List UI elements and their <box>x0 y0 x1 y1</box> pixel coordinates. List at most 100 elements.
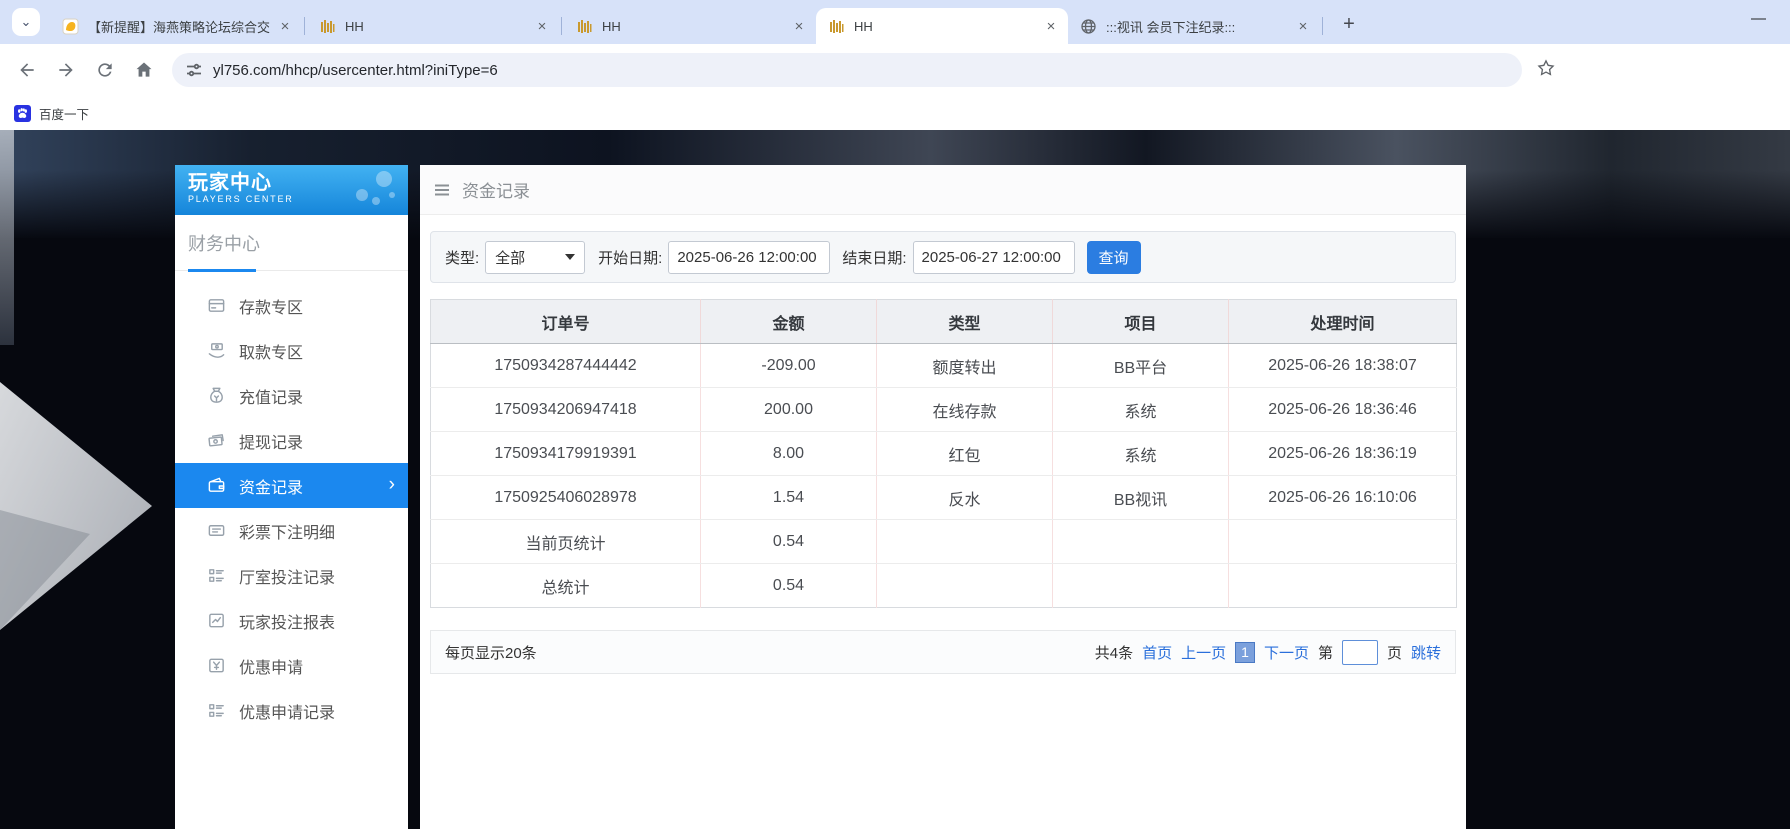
window-minimize-button[interactable]: — <box>1751 10 1766 27</box>
sidebar-item-player-bet-report[interactable]: 玩家投注报表 <box>175 598 408 643</box>
filter-bar: 类型: 全部 开始日期: 结束日期: 查询 <box>430 231 1456 283</box>
type-select-value: 全部 <box>495 247 525 268</box>
url-text[interactable]: yl756.com/hhcp/usercenter.html?iniType=6 <box>213 62 498 79</box>
home-icon[interactable] <box>132 58 156 82</box>
sidebar-item-label: 提现记录 <box>239 429 303 453</box>
hamburger-icon <box>433 181 451 199</box>
address-bar[interactable]: yl756.com/hhcp/usercenter.html?iniType=6 <box>172 53 1522 87</box>
ticket-list-icon <box>206 521 226 541</box>
banknote-icon <box>206 431 226 451</box>
end-date-input[interactable] <box>913 241 1075 274</box>
table-cell: 额度转出 <box>877 344 1053 388</box>
sidebar-item-withdraw-zone[interactable]: 取款专区 <box>175 328 408 373</box>
table-cell: 2025-06-26 18:38:07 <box>1229 344 1457 388</box>
tab-close-icon[interactable]: × <box>276 17 294 35</box>
sidebar-item-deposit-zone[interactable]: 存款专区 <box>175 283 408 328</box>
forward-icon[interactable] <box>54 58 78 82</box>
table-row: 1750934179919391 8.00 红包 系统 2025-06-26 1… <box>431 432 1457 476</box>
page-title: 资金记录 <box>462 177 530 202</box>
reload-icon[interactable] <box>93 58 117 82</box>
col-type: 类型 <box>877 300 1053 344</box>
table-cell: 1.54 <box>701 476 877 520</box>
table-row: 1750934287444442 -209.00 额度转出 BB平台 2025-… <box>431 344 1457 388</box>
sidebar-item-hall-bet-records[interactable]: 厅室投注记录 <box>175 553 408 598</box>
table-cell: 红包 <box>877 432 1053 476</box>
browser-tab-5[interactable]: :::视讯 会员下注纪录::: × <box>1068 8 1320 44</box>
bookmark-star-icon[interactable] <box>1536 58 1556 83</box>
table-cell: 系统 <box>1053 388 1229 432</box>
tab-title: :::视讯 会员下注纪录::: <box>1106 17 1294 36</box>
webpage-viewport: 玩家中心 PLAYERS CENTER 财务中心 存款专区 取款专区 <box>0 130 1790 829</box>
back-icon[interactable] <box>15 58 39 82</box>
page-suffix-label: 页 <box>1387 642 1402 663</box>
sidebar-item-label: 充值记录 <box>239 384 303 408</box>
prev-page-link[interactable]: 上一页 <box>1181 642 1226 663</box>
table-cell: 1750925406028978 <box>431 476 701 520</box>
type-label: 类型: <box>445 247 479 268</box>
table-cell <box>877 520 1053 564</box>
sidebar-item-lottery-bet-detail[interactable]: 彩票下注明细 <box>175 508 408 553</box>
sidebar-item-promo-apply-records[interactable]: 优惠申请记录 <box>175 688 408 733</box>
first-page-link[interactable]: 首页 <box>1142 642 1172 663</box>
table-cell <box>1053 564 1229 608</box>
site-info-icon[interactable] <box>186 62 202 78</box>
table-cell: 系统 <box>1053 432 1229 476</box>
browser-tab-1[interactable]: 【新提醒】海燕策略论坛综合交 × <box>50 8 302 44</box>
sidebar-header: 玩家中心 PLAYERS CENTER <box>175 165 408 215</box>
table-cell: 200.00 <box>701 388 877 432</box>
bookmarks-bar: 百度一下 <box>0 96 1790 130</box>
fund-records-panel: 资金记录 类型: 全部 开始日期: 结束日期: 查询 订单号 金额 类型 项目 <box>420 165 1466 829</box>
bookmark-label: 百度一下 <box>39 104 89 123</box>
tab-title: 【新提醒】海燕策略论坛综合交 <box>88 17 276 36</box>
table-cell: BB平台 <box>1053 344 1229 388</box>
tab-close-icon[interactable]: × <box>1042 17 1060 35</box>
tab-title: HH <box>602 19 790 34</box>
sidebar-menu: 存款专区 取款专区 充值记录 提现记录 <box>175 271 408 733</box>
table-cell: 当前页统计 <box>431 520 701 564</box>
sidebar-item-promo-apply[interactable]: 优惠申请 <box>175 643 408 688</box>
tab-divider <box>304 17 305 35</box>
sidebar-section-title: 财务中心 <box>175 215 408 271</box>
table-row-page-total: 当前页统计 0.54 <box>431 520 1457 564</box>
list-icon <box>206 701 226 721</box>
sidebar-item-label: 取款专区 <box>239 339 303 363</box>
sidebar-item-label: 优惠申请 <box>239 654 303 678</box>
table-cell: 反水 <box>877 476 1053 520</box>
tab-close-icon[interactable]: × <box>790 17 808 35</box>
gold-bars-icon <box>576 18 593 35</box>
table-cell: -209.00 <box>701 344 877 388</box>
browser-tab-3[interactable]: HH × <box>564 8 816 44</box>
player-center-sidebar: 玩家中心 PLAYERS CENTER 财务中心 存款专区 取款专区 <box>175 165 408 829</box>
new-tab-button[interactable]: + <box>1335 10 1363 38</box>
table-cell: 2025-06-26 18:36:19 <box>1229 432 1457 476</box>
tab-divider <box>561 17 562 35</box>
browser-toolbar: yl756.com/hhcp/usercenter.html?iniType=6 <box>0 44 1790 96</box>
start-date-input[interactable] <box>668 241 830 274</box>
current-page-badge[interactable]: 1 <box>1235 642 1255 663</box>
pagination-controls: 共4条 首页 上一页 1 下一页 第 页 跳转 <box>1095 640 1441 665</box>
col-project: 项目 <box>1053 300 1229 344</box>
table-cell <box>877 564 1053 608</box>
tab-close-icon[interactable]: × <box>1294 17 1312 35</box>
sidebar-item-withdraw-records[interactable]: 提现记录 <box>175 418 408 463</box>
chart-icon <box>206 611 226 631</box>
per-page-label: 每页显示20条 <box>445 642 537 663</box>
section-accent-bar <box>188 269 256 272</box>
table-cell <box>1229 520 1457 564</box>
search-button[interactable]: 查询 <box>1087 241 1141 274</box>
sidebar-item-fund-records[interactable]: 资金记录 › <box>175 463 408 508</box>
type-select[interactable]: 全部 <box>485 241 585 274</box>
sidebar-item-label: 优惠申请记录 <box>239 699 335 723</box>
bookmark-baidu[interactable]: 百度一下 <box>14 104 89 123</box>
jump-link[interactable]: 跳转 <box>1411 642 1441 663</box>
sidebar-item-recharge-records[interactable]: 充值记录 <box>175 373 408 418</box>
sidebar-item-label: 玩家投注报表 <box>239 609 335 633</box>
tab-close-icon[interactable]: × <box>533 17 551 35</box>
table-row-grand-total: 总统计 0.54 <box>431 564 1457 608</box>
table-cell <box>1229 564 1457 608</box>
next-page-link[interactable]: 下一页 <box>1264 642 1309 663</box>
tab-search-button[interactable]: ⌄ <box>12 8 40 36</box>
browser-tab-2[interactable]: HH × <box>307 8 559 44</box>
page-number-input[interactable] <box>1342 640 1378 665</box>
browser-tab-4-active[interactable]: HH × <box>816 8 1068 44</box>
